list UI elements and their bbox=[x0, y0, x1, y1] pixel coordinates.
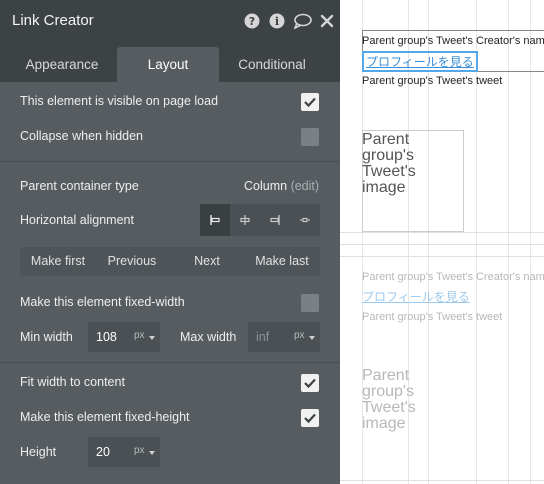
fit-width-checkbox[interactable] bbox=[301, 374, 319, 392]
previous-button[interactable]: Previous bbox=[96, 247, 168, 276]
svg-text:?: ? bbox=[249, 15, 255, 28]
panel-titlebar[interactable]: Link Creator ? i bbox=[0, 0, 340, 42]
section-divider bbox=[0, 161, 340, 162]
creator-name-text-repeat: Parent group's Tweet's Creator's name bbox=[362, 271, 544, 283]
next-button[interactable]: Next bbox=[170, 247, 244, 276]
min-width-field[interactable]: 108 px bbox=[88, 322, 160, 352]
checkmark-icon bbox=[304, 97, 316, 108]
parent-container-type-label: Parent container type bbox=[20, 179, 139, 193]
checkmark-icon bbox=[304, 413, 316, 424]
parent-container-type-value: Column (edit) bbox=[244, 179, 319, 193]
max-width-unit[interactable]: px bbox=[294, 330, 305, 341]
close-icon[interactable] bbox=[320, 13, 336, 29]
height-field[interactable]: 20 px bbox=[88, 437, 160, 467]
align-left-icon[interactable] bbox=[200, 204, 230, 236]
visible-on-load-label: This element is visible on page load bbox=[20, 94, 219, 108]
chevron-down-icon[interactable] bbox=[149, 336, 155, 340]
fixed-width-checkbox[interactable] bbox=[301, 294, 319, 312]
max-width-field[interactable]: inf px bbox=[248, 322, 320, 352]
tweet-image-label-repeat: Parent group's Tweet's image bbox=[362, 367, 416, 432]
tweet-image-label: Parent group's Tweet's image bbox=[362, 131, 416, 196]
collapse-when-hidden-label: Collapse when hidden bbox=[20, 129, 144, 143]
fixed-width-label: Make this element fixed-width bbox=[20, 295, 185, 309]
make-first-button[interactable]: Make first bbox=[20, 247, 96, 276]
creator-name-text[interactable]: Parent group's Tweet's Creator's name bbox=[362, 35, 544, 47]
horizontal-alignment-selector bbox=[200, 204, 320, 236]
edit-container-link[interactable]: (edit) bbox=[291, 179, 319, 193]
visible-on-load-checkbox[interactable] bbox=[301, 93, 319, 111]
height-unit[interactable]: px bbox=[134, 445, 145, 456]
link-creator-repeat: プロフィールを見る bbox=[362, 290, 470, 304]
min-width-unit[interactable]: px bbox=[134, 330, 145, 341]
section-divider bbox=[0, 362, 340, 363]
property-editor-panel: Link Creator ? i Appearance Layout Condi… bbox=[0, 0, 340, 484]
fixed-height-label: Make this element fixed-height bbox=[20, 410, 190, 424]
height-label: Height bbox=[20, 445, 57, 459]
min-width-value[interactable]: 108 bbox=[96, 330, 117, 344]
panel-title: Link Creator bbox=[12, 12, 94, 29]
tab-conditional[interactable]: Conditional bbox=[222, 47, 322, 82]
element-order-buttons: Make first Previous Next Make last bbox=[20, 247, 320, 276]
help-icon[interactable]: ? bbox=[244, 13, 260, 29]
fixed-height-checkbox[interactable] bbox=[301, 409, 319, 427]
collapse-when-hidden-checkbox[interactable] bbox=[301, 128, 319, 146]
align-right-icon[interactable] bbox=[260, 204, 290, 236]
align-distribute-icon[interactable] bbox=[290, 204, 320, 236]
checkmark-icon bbox=[304, 378, 316, 389]
tab-appearance[interactable]: Appearance bbox=[8, 47, 116, 82]
min-width-label: Min width bbox=[20, 330, 73, 344]
chevron-down-icon[interactable] bbox=[309, 336, 315, 340]
svg-text:i: i bbox=[275, 15, 279, 28]
make-last-button[interactable]: Make last bbox=[244, 247, 320, 276]
max-width-value[interactable]: inf bbox=[256, 330, 269, 344]
fit-width-label: Fit width to content bbox=[20, 375, 125, 389]
link-creator-element[interactable]: プロフィールを見る bbox=[362, 51, 478, 72]
chevron-down-icon[interactable] bbox=[149, 451, 155, 455]
tweet-text[interactable]: Parent group's Tweet's tweet bbox=[362, 75, 502, 87]
comment-icon[interactable] bbox=[293, 13, 312, 30]
editor-canvas[interactable]: Parent group's Tweet's Creator's name プロ… bbox=[340, 0, 544, 484]
height-value[interactable]: 20 bbox=[96, 445, 110, 459]
align-center-icon[interactable] bbox=[230, 204, 260, 236]
tweet-text-repeat: Parent group's Tweet's tweet bbox=[362, 311, 503, 323]
info-icon[interactable]: i bbox=[269, 13, 285, 29]
tab-bar: Appearance Layout Conditional bbox=[0, 42, 340, 82]
horizontal-alignment-label: Horizontal alignment bbox=[20, 213, 134, 227]
container-type-value: Column bbox=[244, 179, 288, 193]
max-width-label: Max width bbox=[180, 330, 237, 344]
tab-layout[interactable]: Layout bbox=[117, 47, 219, 82]
